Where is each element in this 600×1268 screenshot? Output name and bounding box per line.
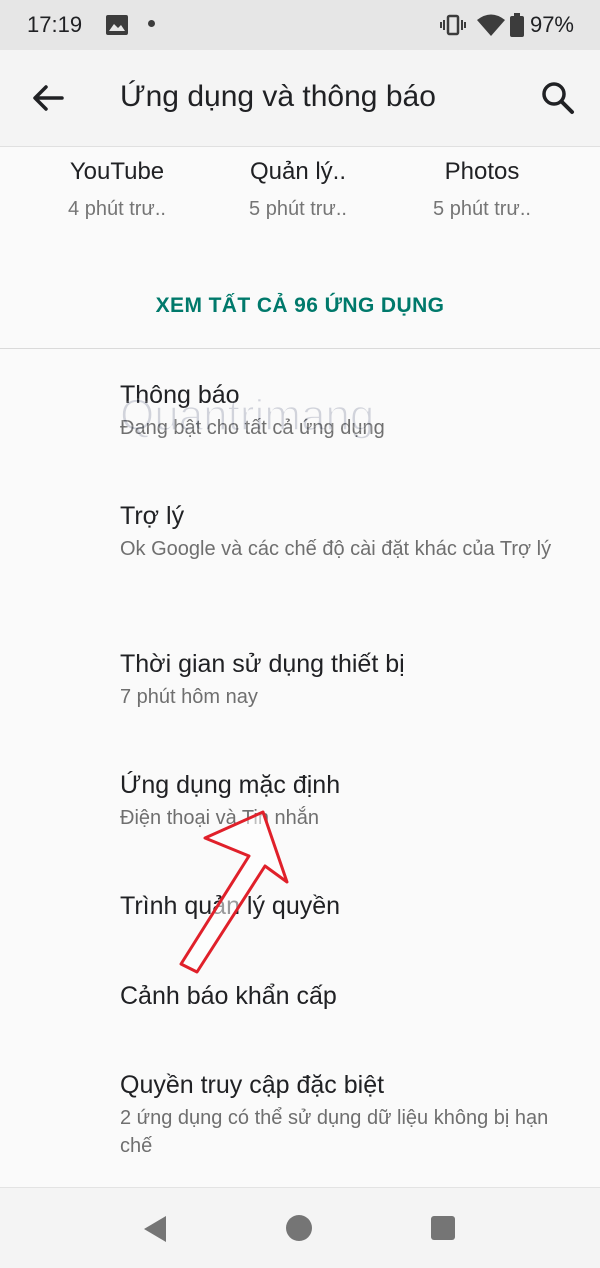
menu-item-title: Cảnh báo khẩn cấp <box>120 982 337 1010</box>
recent-app-photos[interactable]: Photos 5 phút trư.. <box>392 158 572 221</box>
menu-item-title: Quyền truy cập đặc biệt <box>120 1071 385 1099</box>
recent-app-time: 4 phút trư.. <box>68 198 166 220</box>
status-bar: 17:19 97% <box>0 0 600 50</box>
wifi-icon <box>476 14 505 36</box>
menu-item-title: Trợ lý <box>120 502 185 530</box>
battery-percentage: 97% <box>529 12 574 37</box>
see-all-apps-button[interactable]: XEM TẤT CẢ 96 ỨNG DỤNG <box>0 294 600 318</box>
menu-item-screen-time[interactable]: Thời gian sử dụng thiết bị 7 phút hôm na… <box>120 649 570 711</box>
nav-home-icon[interactable] <box>286 1215 312 1241</box>
status-indicators: 97% <box>439 12 574 38</box>
recent-app-time: 5 phút trư.. <box>433 198 531 220</box>
status-time: 17:19 <box>27 12 83 37</box>
menu-item-subtitle: 2 ứng dụng có thể sử dụng dữ liệu không … <box>120 1107 549 1157</box>
search-icon[interactable] <box>538 78 578 118</box>
page-title: Ứng dụng và thông báo <box>120 80 436 113</box>
nav-recents-icon[interactable] <box>431 1216 455 1240</box>
annotation-arrow <box>179 810 289 974</box>
divider <box>0 348 600 349</box>
back-arrow-icon[interactable] <box>28 78 68 118</box>
recent-app-manager[interactable]: Quản lý.. 5 phút trư.. <box>208 158 388 221</box>
recent-app-name: Quản lý.. <box>249 158 347 185</box>
menu-item-emergency-alerts[interactable]: Cảnh báo khẩn cấp <box>120 981 570 1011</box>
vibrate-icon <box>439 14 466 36</box>
menu-item-subtitle: 7 phút hôm nay <box>120 686 258 708</box>
menu-item-title: Thời gian sử dụng thiết bị <box>120 650 405 678</box>
watermark-text: Quantrimang <box>120 391 374 440</box>
recent-app-name: YouTube <box>69 158 165 185</box>
watermark-logo: Quantrimang <box>120 390 375 441</box>
battery-icon <box>509 13 524 37</box>
menu-item-subtitle: Ok Google và các chế độ cài đặt khác của… <box>120 538 552 560</box>
recent-app-youtube[interactable]: YouTube 4 phút trư.. <box>27 158 207 221</box>
navigation-bar <box>0 1187 600 1268</box>
recent-app-name: Photos <box>444 158 520 185</box>
menu-item-title: Ứng dụng mặc định <box>120 771 341 799</box>
dot-icon <box>148 20 155 27</box>
gallery-icon <box>106 15 128 35</box>
menu-item-assistant[interactable]: Trợ lý Ok Google và các chế độ cài đặt k… <box>120 501 570 563</box>
app-bar: Ứng dụng và thông báo <box>0 50 600 147</box>
menu-item-special-access[interactable]: Quyền truy cập đặc biệt 2 ứng dụng có th… <box>120 1070 570 1160</box>
recent-app-time: 5 phút trư.. <box>249 198 347 220</box>
nav-back-icon[interactable] <box>142 1215 168 1243</box>
